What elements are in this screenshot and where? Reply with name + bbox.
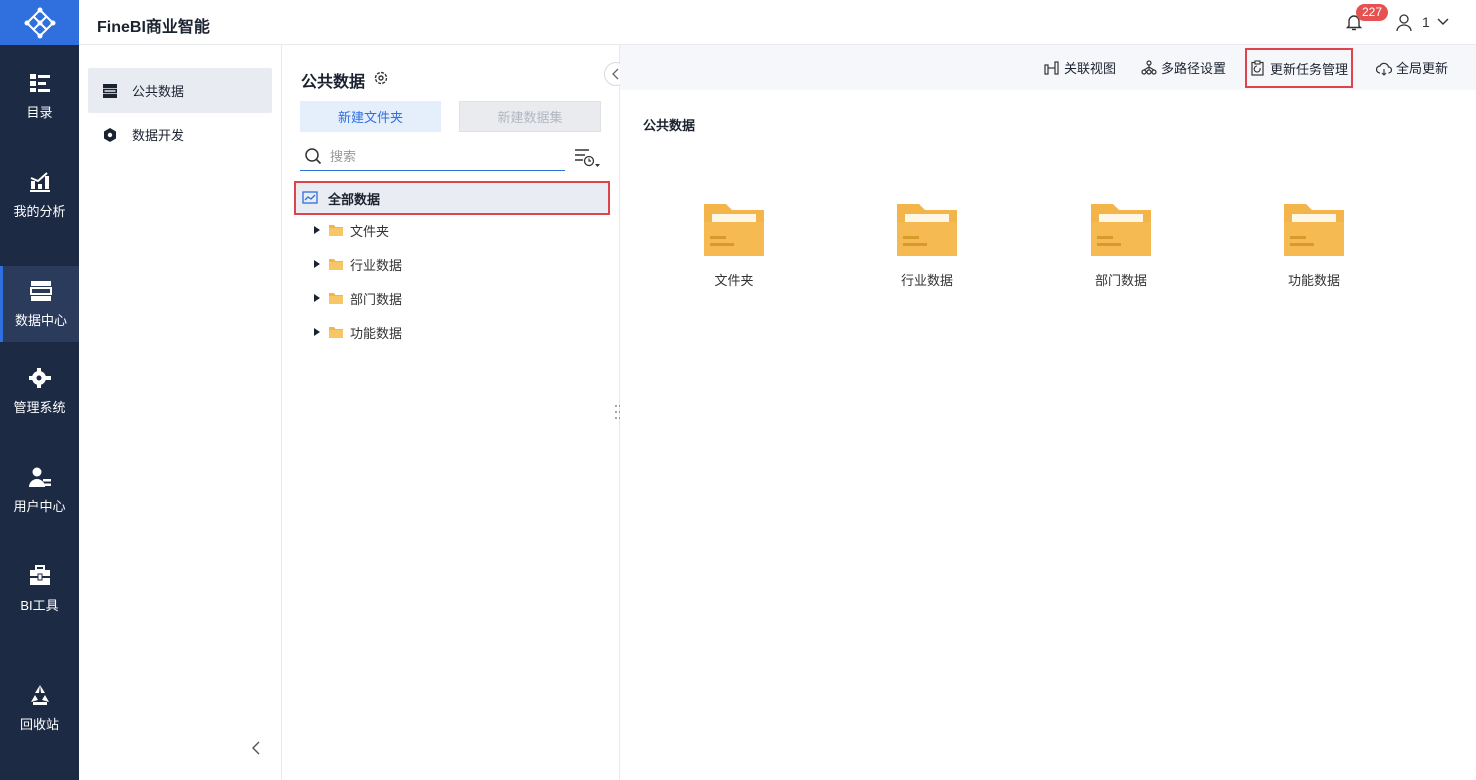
tree-node-department-data[interactable]: 部门数据 [312, 283, 592, 313]
settings-gear-icon [28, 368, 51, 388]
tree-node-label: 文件夹 [350, 223, 390, 239]
subnav-label: 公共数据 [132, 84, 185, 99]
top-bar: FineBI商业智能 227 1 [0, 0, 1476, 45]
folder-card[interactable]: 行业数据 [867, 200, 987, 310]
folder-card[interactable]: 部门数据 [1061, 200, 1181, 310]
relation-view-button[interactable]: 关联视图 [1044, 45, 1116, 90]
search-box [300, 143, 565, 171]
update-task-icon [1251, 60, 1264, 76]
notification-badge: 227 [1356, 4, 1389, 21]
tree-node-folder[interactable]: 文件夹 [312, 215, 592, 245]
toolbox-icon [29, 565, 50, 585]
folder-icon [329, 293, 343, 304]
sort-filter-icon[interactable] [574, 147, 600, 169]
nav-item-recycle-bin[interactable]: 回收站 [0, 670, 79, 746]
caret-right-icon[interactable] [312, 327, 322, 337]
tree-node-function-data[interactable]: 功能数据 [312, 317, 592, 347]
nav-label: 管理系统 [13, 400, 66, 415]
data-center-subnav: 公共数据 数据开发 [79, 45, 282, 780]
caret-right-icon[interactable] [312, 259, 322, 269]
nav-item-data-center[interactable]: 数据中心 [0, 266, 79, 342]
nav-item-user-center[interactable]: 用户中心 [0, 452, 79, 528]
tree-node-label: 功能数据 [350, 325, 403, 341]
logo-icon [24, 7, 55, 38]
left-navigation: 目录 我的分析 数据中心 管理系统 用户中心 BI工具 回收站 [0, 45, 79, 780]
data-tree-panel: 公共数据 新建文件夹 新建数据集 全部数据 文件夹 行业数据 [282, 45, 628, 780]
new-dataset-button[interactable]: 新建数据集 [459, 101, 601, 132]
folder-icon [1284, 204, 1344, 256]
recycle-icon [30, 685, 49, 705]
folder-icon [704, 204, 764, 256]
nav-label: 数据中心 [14, 313, 67, 328]
caret-right-icon[interactable] [312, 225, 322, 235]
new-folder-button[interactable]: 新建文件夹 [300, 101, 441, 132]
gear-icon[interactable] [373, 70, 389, 86]
main-content: 关联视图 多路径设置 更新任务管理 全局更新 公共数据 文件夹 行业数据 部门数… [620, 45, 1476, 780]
tree-title: 公共数据 [301, 74, 366, 91]
update-task-management-button[interactable]: 更新任务管理 [1245, 48, 1354, 88]
global-update-label: 全局更新 [1396, 61, 1449, 76]
tree-node-label: 部门数据 [350, 291, 403, 307]
nav-item-catalog[interactable]: 目录 [0, 58, 79, 134]
all-data-icon [302, 191, 318, 204]
multi-path-icon [1141, 59, 1157, 75]
nav-label: 目录 [26, 105, 53, 120]
folder-icon [329, 259, 343, 270]
cloud-refresh-icon [1376, 62, 1392, 76]
nav-item-management[interactable]: 管理系统 [0, 353, 79, 429]
nav-label: 我的分析 [13, 204, 66, 219]
folder-card[interactable]: 文件夹 [674, 200, 794, 310]
relation-view-icon [1044, 60, 1059, 75]
multi-path-button[interactable]: 多路径设置 [1141, 45, 1226, 90]
update-task-label: 更新任务管理 [1270, 61, 1349, 77]
catalog-icon [29, 74, 50, 92]
user-icon[interactable] [1396, 14, 1412, 32]
nav-label: 用户中心 [13, 499, 66, 514]
folder-icon [897, 204, 957, 256]
folder-card-label: 功能数据 [1287, 273, 1340, 288]
caret-right-icon[interactable] [312, 293, 322, 303]
folder-card-label: 文件夹 [714, 273, 754, 288]
tree-root-all-data[interactable]: 全部数据 [294, 181, 610, 215]
folder-card-label: 行业数据 [900, 273, 953, 288]
folder-icon [329, 327, 343, 338]
subnav-item-data-dev[interactable]: 数据开发 [88, 112, 272, 157]
data-dev-icon [104, 127, 116, 142]
chevron-down-icon[interactable] [1436, 17, 1450, 27]
search-icon [305, 148, 322, 165]
public-data-icon [103, 83, 117, 98]
nav-label: BI工具 [20, 598, 59, 613]
user-name[interactable]: 1 [1422, 14, 1430, 30]
tree-node-label: 行业数据 [350, 257, 403, 273]
nav-item-bi-tools[interactable]: BI工具 [0, 551, 79, 627]
tree-root-label: 全部数据 [328, 191, 381, 207]
collapse-left-icon[interactable] [249, 740, 263, 756]
folder-card[interactable]: 功能数据 [1254, 200, 1374, 310]
subnav-item-public-data[interactable]: 公共数据 [88, 68, 272, 113]
search-input[interactable] [330, 145, 560, 167]
data-center-icon [30, 281, 52, 301]
main-toolbar: 关联视图 多路径设置 更新任务管理 全局更新 [620, 45, 1476, 90]
folder-card-label: 部门数据 [1094, 273, 1147, 288]
user-center-icon [28, 467, 51, 487]
analysis-icon [29, 172, 50, 192]
nav-label: 回收站 [19, 717, 59, 732]
finebi-logo[interactable] [0, 0, 79, 45]
multi-path-label: 多路径设置 [1161, 61, 1227, 76]
main-title: 公共数据 [643, 118, 696, 133]
subnav-label: 数据开发 [132, 128, 185, 143]
folder-icon [1091, 204, 1151, 256]
app-title: FineBI商业智能 [97, 19, 210, 36]
nav-item-my-analysis[interactable]: 我的分析 [0, 157, 79, 233]
global-update-button[interactable]: 全局更新 [1376, 45, 1448, 90]
tree-node-industry-data[interactable]: 行业数据 [312, 249, 592, 279]
folder-icon [329, 225, 343, 236]
relation-view-label: 关联视图 [1064, 61, 1117, 76]
